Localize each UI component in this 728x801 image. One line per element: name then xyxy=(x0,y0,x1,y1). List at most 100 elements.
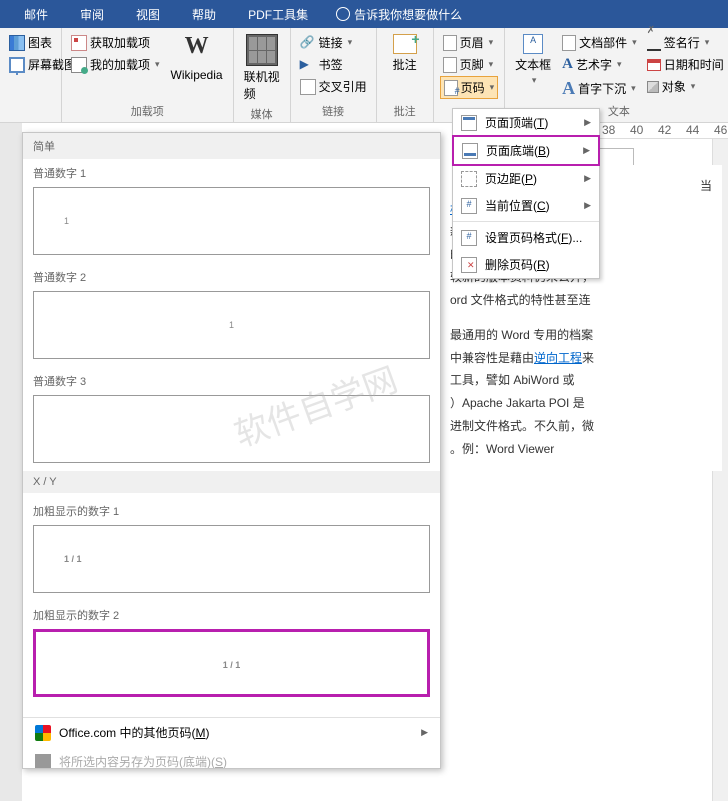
page-margin-icon xyxy=(461,171,477,187)
pagenum-button[interactable]: #页码▾ xyxy=(440,76,499,99)
bookmark-icon: ▶ xyxy=(300,57,316,73)
crossref-button[interactable]: 交叉引用 xyxy=(297,76,370,97)
textbox-button[interactable]: A文本框▾ xyxy=(511,32,555,88)
wikipedia-button[interactable]: WWikipedia xyxy=(167,32,227,84)
office-icon xyxy=(35,725,51,741)
gallery-item-plain1[interactable]: 1 xyxy=(33,187,430,255)
wordart-button[interactable]: A艺术字▾ xyxy=(559,54,640,75)
gallery-office-more[interactable]: Office.com 中的其他页码(M)▶ xyxy=(23,718,440,747)
pagenum-icon: # xyxy=(444,80,458,96)
datetime-button[interactable]: 日期和时间 xyxy=(644,54,727,75)
chart-label: 图表 xyxy=(28,34,52,51)
bookmark-label: 书签 xyxy=(319,56,343,73)
group-media-label: 媒体 xyxy=(240,104,284,124)
comment-label: 批注 xyxy=(393,56,417,73)
my-addon-icon xyxy=(71,57,87,73)
chevron-right-icon: ▶ xyxy=(584,117,591,128)
gallery-body[interactable]: 普通数字 1 1 普通数字 2 1 普通数字 3 X / Y 加粗显示的数字 1… xyxy=(23,159,440,717)
tab-help[interactable]: 帮助 xyxy=(176,0,232,28)
gallery-item-plain3[interactable] xyxy=(33,395,430,463)
docparts-label: 文档部件 xyxy=(579,34,627,51)
gallery-footer: Office.com 中的其他页码(M)▶ 将所选内容另存为页码(底端)(S) xyxy=(23,717,440,769)
textbox-label: 文本框 xyxy=(515,56,551,73)
tell-me[interactable]: 告诉我你想要做什么 xyxy=(324,6,462,23)
menu-current-pos[interactable]: #当前位置(C)▶ xyxy=(453,192,599,219)
menu-page-margin[interactable]: 页边距(P)▶ xyxy=(453,165,599,192)
footer-button[interactable]: 页脚 ▾ xyxy=(440,54,497,75)
tab-review[interactable]: 审阅 xyxy=(64,0,120,28)
menu-remove-pagenum[interactable]: 删除页码(R) xyxy=(453,251,599,278)
comment-button[interactable]: 批注 xyxy=(383,32,427,75)
format-icon: # xyxy=(461,230,477,246)
chevron-down-icon: ▾ xyxy=(705,37,710,48)
chart-icon xyxy=(9,35,25,51)
get-addins-label: 获取加载项 xyxy=(90,34,150,51)
chevron-down-icon: ▾ xyxy=(489,37,494,48)
ribbon-tabs: 邮件 审阅 视图 帮助 PDF工具集 告诉我你想要做什么 xyxy=(0,0,728,28)
tab-pdf[interactable]: PDF工具集 xyxy=(232,0,324,28)
tab-view[interactable]: 视图 xyxy=(120,0,176,28)
doc-line: 中兼容性是藉由逆向工程来 xyxy=(450,347,712,370)
lightbulb-icon xyxy=(336,7,350,21)
preview-number: 1 / 1 xyxy=(64,554,82,564)
dropcap-button[interactable]: A首字下沉▾ xyxy=(559,76,640,101)
doc-line: 。例：Word Viewer xyxy=(450,438,712,461)
chevron-down-icon: ▾ xyxy=(632,37,637,48)
menu-separator xyxy=(453,221,599,222)
menu-label: 当前位置(C) xyxy=(485,197,550,214)
header-icon xyxy=(443,35,457,51)
menu-label: 页边距(P) xyxy=(485,170,537,187)
gallery-item-bold2[interactable]: 1 / 1 xyxy=(33,629,430,697)
tab-mail[interactable]: 邮件 xyxy=(8,0,64,28)
wordart-icon: A xyxy=(562,56,573,73)
preview-number: 1 xyxy=(229,320,234,330)
ruler-tick: 44 xyxy=(686,123,698,138)
bookmark-button[interactable]: ▶书签 xyxy=(297,54,346,75)
addon-icon xyxy=(71,35,87,51)
menu-page-bottom[interactable]: 页面底端(B)▶ xyxy=(452,135,600,166)
doc-line: ord 文件格式的特性甚至连 xyxy=(450,289,712,312)
group-links-label: 链接 xyxy=(297,101,370,121)
ruler-tick: 40 xyxy=(630,123,642,138)
wordart-label: 艺术字 xyxy=(576,56,612,73)
online-video-button[interactable]: 联机视频 xyxy=(240,32,284,104)
ribbon: 图表 屏幕截图▾ 获取加载项 我的加载项▾ WWikipedia 加载项 联机视… xyxy=(0,28,728,123)
doc-line: 工具，譬如 AbiWord 或 xyxy=(450,369,712,392)
video-icon xyxy=(246,34,278,66)
my-addins-button[interactable]: 我的加载项▾ xyxy=(68,54,163,75)
object-icon xyxy=(647,81,659,93)
chart-button[interactable]: 图表 xyxy=(6,32,55,53)
chevron-down-icon: ▾ xyxy=(691,81,696,92)
chevron-down-icon: ▾ xyxy=(348,37,353,48)
ruler-tick: 38 xyxy=(602,123,614,138)
menu-page-top[interactable]: 页面顶端(T)▶ xyxy=(453,109,599,136)
gallery-item-plain2[interactable]: 1 xyxy=(33,291,430,359)
object-button[interactable]: 对象▾ xyxy=(644,76,727,97)
my-addins-label: 我的加载项 xyxy=(90,56,150,73)
gallery-save-selection: 将所选内容另存为页码(底端)(S) xyxy=(23,747,440,769)
get-addins-button[interactable]: 获取加载项 xyxy=(68,32,163,53)
gallery-item-bold1[interactable]: 1 / 1 xyxy=(33,525,430,593)
textbox-icon: A xyxy=(523,34,543,54)
ruler-tick: 42 xyxy=(658,123,670,138)
save-icon xyxy=(35,754,51,770)
signline-button[interactable]: 签名行▾ xyxy=(644,32,727,53)
docparts-button[interactable]: 文档部件 ▾ xyxy=(559,32,640,53)
link-button[interactable]: 🔗链接▾ xyxy=(297,32,356,53)
menu-format-pagenum[interactable]: #设置页码格式(F)... xyxy=(453,224,599,251)
gallery-item-label: 普通数字 1 xyxy=(33,159,430,187)
footer-icon xyxy=(443,57,457,73)
page-bottom-icon xyxy=(462,143,478,159)
group-comment-label: 批注 xyxy=(383,101,427,121)
current-pos-icon: # xyxy=(461,198,477,214)
ruler: 38 40 42 44 46 xyxy=(598,123,728,139)
doc-line: 最通用的 Word 专用的档案 xyxy=(450,324,712,347)
chevron-down-icon: ▾ xyxy=(489,59,494,70)
gallery-item-label: 加粗显示的数字 2 xyxy=(33,601,430,629)
doc-line: ）Apache Jakarta POI 是 xyxy=(450,392,712,415)
doc-link[interactable]: 逆向工程 xyxy=(534,351,582,365)
screenshot-icon xyxy=(9,57,25,73)
footer-label: 页脚 xyxy=(460,56,484,73)
gallery-item-label: 普通数字 3 xyxy=(33,367,430,395)
header-button[interactable]: 页眉▾ xyxy=(440,32,497,53)
